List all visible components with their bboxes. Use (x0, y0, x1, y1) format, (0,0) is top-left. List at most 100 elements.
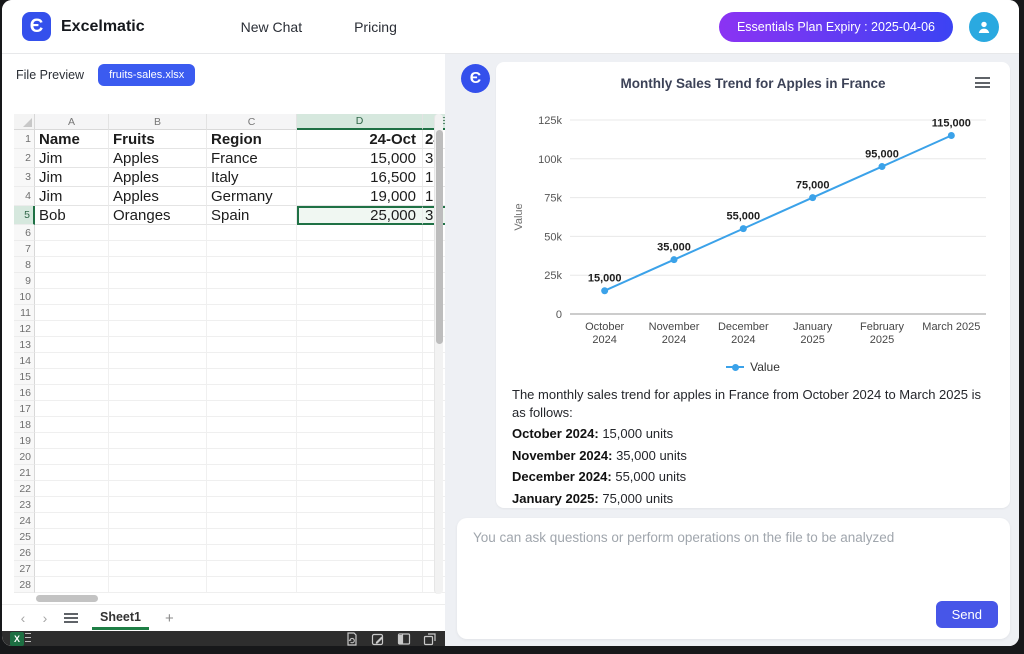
cell-D23[interactable] (297, 497, 423, 513)
cell-A21[interactable] (35, 465, 109, 481)
cell-D22[interactable] (297, 481, 423, 497)
cell-A9[interactable] (35, 273, 109, 289)
column-header-B[interactable]: B (109, 114, 207, 130)
row-header-20[interactable]: 20 (14, 449, 35, 465)
cell-D20[interactable] (297, 449, 423, 465)
cell-D16[interactable] (297, 385, 423, 401)
row-header-18[interactable]: 18 (14, 417, 35, 433)
sheet-next-icon[interactable]: › (34, 610, 56, 626)
row-header-3[interactable]: 3 (14, 168, 35, 187)
cell-D17[interactable] (297, 401, 423, 417)
cell-C13[interactable] (207, 337, 297, 353)
horizontal-scrollbar[interactable] (14, 595, 429, 602)
cell-B14[interactable] (109, 353, 207, 369)
row-header-27[interactable]: 27 (14, 561, 35, 577)
cell-B26[interactable] (109, 545, 207, 561)
cell-A1[interactable]: Name (35, 130, 109, 149)
cell-B8[interactable] (109, 257, 207, 273)
cell-B17[interactable] (109, 401, 207, 417)
cell-C9[interactable] (207, 273, 297, 289)
excelmatic-logo-icon[interactable]: Є (22, 12, 51, 41)
columns-icon[interactable] (397, 632, 411, 646)
cell-B2[interactable]: Apples (109, 149, 207, 168)
cell-A6[interactable] (35, 225, 109, 241)
cell-D21[interactable] (297, 465, 423, 481)
cell-C18[interactable] (207, 417, 297, 433)
column-header-D[interactable]: D (297, 114, 423, 130)
cell-D13[interactable] (297, 337, 423, 353)
cell-C4[interactable]: Germany (207, 187, 297, 206)
select-all-corner[interactable] (14, 114, 35, 130)
cell-B20[interactable] (109, 449, 207, 465)
cell-A8[interactable] (35, 257, 109, 273)
cell-C20[interactable] (207, 449, 297, 465)
cell-A11[interactable] (35, 305, 109, 321)
send-button[interactable]: Send (936, 601, 998, 628)
cell-D7[interactable] (297, 241, 423, 257)
cell-D28[interactable] (297, 577, 423, 593)
cell-D24[interactable] (297, 513, 423, 529)
row-header-23[interactable]: 23 (14, 497, 35, 513)
cell-C15[interactable] (207, 369, 297, 385)
cell-A18[interactable] (35, 417, 109, 433)
column-header-A[interactable]: A (35, 114, 109, 130)
cell-B6[interactable] (109, 225, 207, 241)
cell-A16[interactable] (35, 385, 109, 401)
column-header-C[interactable]: C (207, 114, 297, 130)
cell-B21[interactable] (109, 465, 207, 481)
cell-A20[interactable] (35, 449, 109, 465)
cell-A2[interactable]: Jim (35, 149, 109, 168)
cell-B13[interactable] (109, 337, 207, 353)
cell-C28[interactable] (207, 577, 297, 593)
cell-C1[interactable]: Region (207, 130, 297, 149)
cell-A17[interactable] (35, 401, 109, 417)
cell-C22[interactable] (207, 481, 297, 497)
cell-C14[interactable] (207, 353, 297, 369)
cell-D4[interactable]: 19,000 (297, 187, 423, 206)
cell-D2[interactable]: 15,000 (297, 149, 423, 168)
row-header-11[interactable]: 11 (14, 305, 35, 321)
row-header-19[interactable]: 19 (14, 433, 35, 449)
doc-refresh-icon[interactable] (345, 632, 359, 646)
cell-B7[interactable] (109, 241, 207, 257)
cell-D10[interactable] (297, 289, 423, 305)
row-header-12[interactable]: 12 (14, 321, 35, 337)
popout-icon[interactable] (423, 632, 437, 646)
row-header-14[interactable]: 14 (14, 353, 35, 369)
cell-C26[interactable] (207, 545, 297, 561)
cell-A13[interactable] (35, 337, 109, 353)
cell-D11[interactable] (297, 305, 423, 321)
cell-B24[interactable] (109, 513, 207, 529)
row-header-16[interactable]: 16 (14, 385, 35, 401)
cell-B12[interactable] (109, 321, 207, 337)
cell-C24[interactable] (207, 513, 297, 529)
cell-A7[interactable] (35, 241, 109, 257)
cell-D12[interactable] (297, 321, 423, 337)
excel-logo-icon[interactable]: X (10, 632, 31, 646)
cell-B4[interactable]: Apples (109, 187, 207, 206)
cell-D26[interactable] (297, 545, 423, 561)
sheet-tab-sheet1[interactable]: Sheet1 (92, 606, 149, 630)
file-tab[interactable]: fruits-sales.xlsx (98, 64, 195, 86)
cell-D5[interactable]: 25,000 (297, 206, 423, 225)
cell-B27[interactable] (109, 561, 207, 577)
cell-D14[interactable] (297, 353, 423, 369)
cell-A5[interactable]: Bob (35, 206, 109, 225)
cell-C17[interactable] (207, 401, 297, 417)
row-header-5[interactable]: 5 (14, 206, 35, 225)
cell-C3[interactable]: Italy (207, 168, 297, 187)
cell-A25[interactable] (35, 529, 109, 545)
chat-input[interactable] (473, 530, 994, 594)
cell-D27[interactable] (297, 561, 423, 577)
cell-A19[interactable] (35, 433, 109, 449)
row-header-15[interactable]: 15 (14, 369, 35, 385)
vertical-scrollbar[interactable] (434, 114, 443, 594)
cell-D9[interactable] (297, 273, 423, 289)
cell-A23[interactable] (35, 497, 109, 513)
row-header-24[interactable]: 24 (14, 513, 35, 529)
row-header-7[interactable]: 7 (14, 241, 35, 257)
cell-A22[interactable] (35, 481, 109, 497)
row-header-1[interactable]: 1 (14, 130, 35, 149)
cell-C8[interactable] (207, 257, 297, 273)
cell-D15[interactable] (297, 369, 423, 385)
